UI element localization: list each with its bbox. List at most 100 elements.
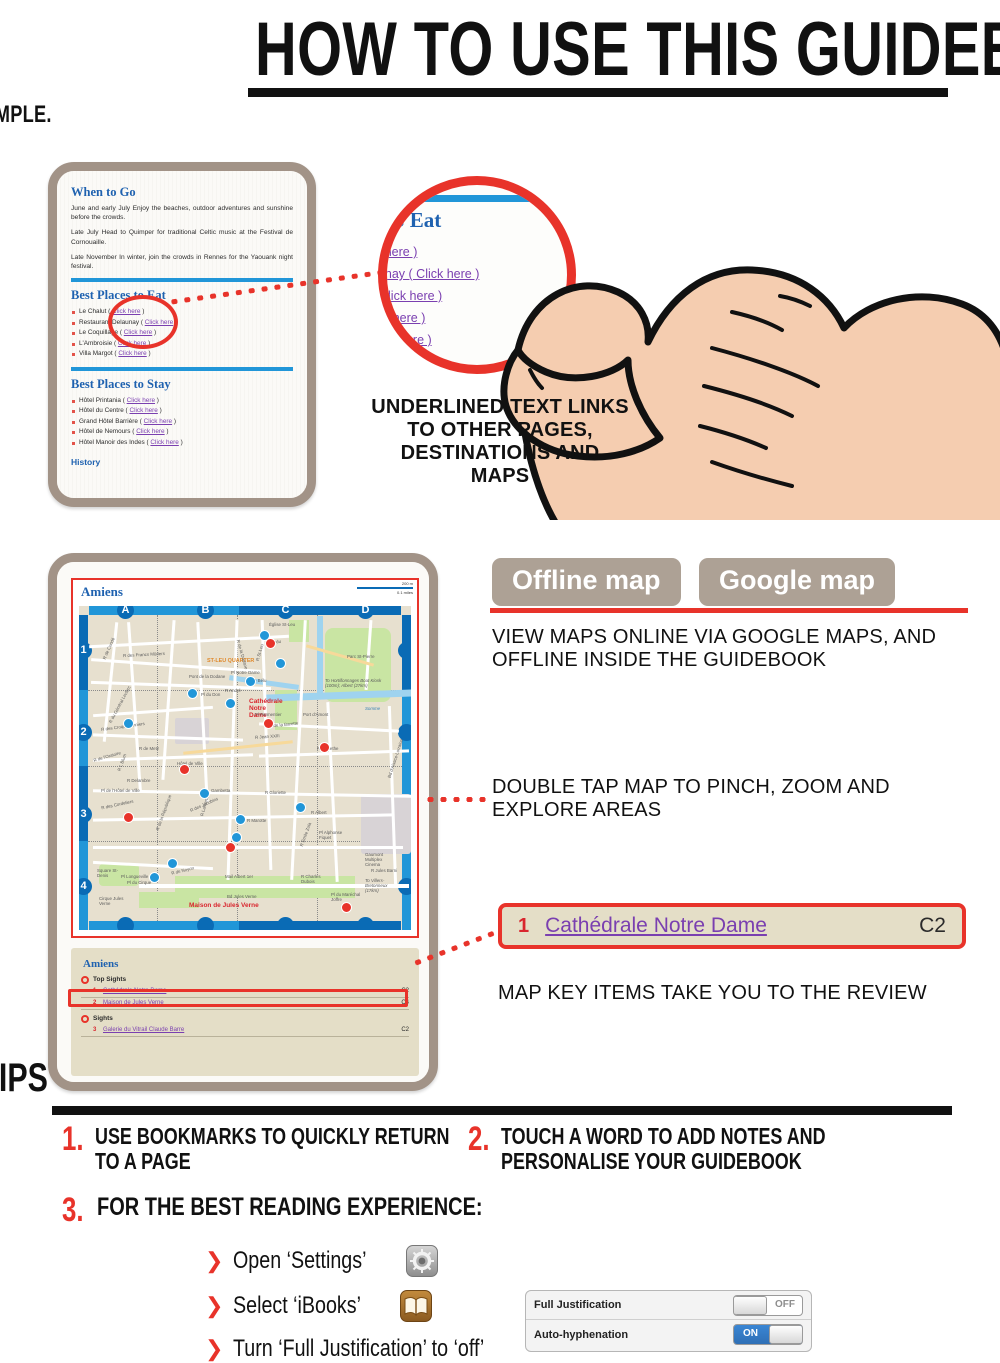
map-canvas[interactable]: A B C D 1 2 3 4 R des Francs Mûriers R d…: [79, 606, 411, 930]
click-here-link[interactable]: Click here: [129, 407, 157, 414]
map-key-row-highlight: [68, 989, 408, 1007]
map-label: Pl Notre Dame: [231, 670, 260, 675]
auto-hyphenation-toggle[interactable]: ON: [733, 1324, 803, 1345]
list-item[interactable]: Villa Margot ( Click here ): [71, 349, 293, 360]
map-key-link[interactable]: Galerie du Vitrail Claude Barre: [103, 1025, 184, 1036]
guidebook-text-page-device[interactable]: When to Go June and early July Enjoy the…: [48, 162, 316, 507]
guidebook-map-page-device[interactable]: Amiens 200 m 0.1 miles A B C D 1 2 3 4 R…: [48, 553, 438, 1091]
map-mode-button-row[interactable]: Offline map Google map: [492, 558, 895, 606]
map-label: Gambetta: [211, 788, 231, 793]
map-label: Port d'Amont: [303, 712, 329, 717]
map-frame[interactable]: Amiens 200 m 0.1 miles A B C D 1 2 3 4 R…: [71, 578, 419, 938]
magnified-link[interactable]: k here ): [387, 245, 417, 259]
section-divider: [71, 278, 293, 283]
click-here-link[interactable]: Click here: [144, 418, 172, 425]
tips-divider: [52, 1106, 952, 1115]
full-justification-toggle[interactable]: OFF: [733, 1294, 803, 1316]
place-name: Le Chalut: [79, 308, 107, 316]
map-poi-marker[interactable]: [187, 688, 198, 699]
map-label: Église St-Leu: [269, 622, 296, 627]
tips-heading: TIPS: [0, 1056, 48, 1100]
place-name: Hôtel Printania: [79, 396, 121, 404]
list-item[interactable]: Restaurant Delaunay ( Click here ): [71, 318, 293, 329]
map-poi-marker[interactable]: [167, 858, 178, 869]
list-item[interactable]: Grand Hôtel Barrière ( Click here ): [71, 417, 293, 428]
map-poi-marker[interactable]: [149, 872, 160, 883]
map-label: To Villers-Bretonneux (17km): [365, 878, 388, 893]
text-page-screen[interactable]: When to Go June and early July Enjoy the…: [57, 171, 307, 498]
map-poi-marker[interactable]: [231, 832, 242, 843]
map-label-river: Somme: [365, 706, 381, 711]
map-key-city: Amiens: [83, 958, 119, 970]
sub-item[interactable]: ❯ Select ‘iBooks’: [205, 1290, 540, 1322]
map-poi-marker[interactable]: [295, 802, 306, 813]
callout-link[interactable]: Cathédrale Notre Dame: [545, 914, 767, 938]
map-poi-marker[interactable]: [123, 718, 134, 729]
list-item[interactable]: Hôtel de Nemours ( Click here ): [71, 427, 293, 438]
map-label: Parc St-Pierre: [347, 654, 375, 659]
history-heading[interactable]: History: [71, 457, 293, 467]
map-grid-col-a-bottom: [117, 917, 134, 930]
ibooks-app-icon[interactable]: [399, 1290, 432, 1322]
map-poi-marker[interactable]: [341, 902, 352, 913]
settings-row-full-justification[interactable]: Full Justification OFF: [526, 1291, 811, 1320]
map-poi-marker[interactable]: [319, 742, 330, 753]
google-map-button[interactable]: Google map: [698, 558, 895, 606]
toggle-knob: [769, 1325, 802, 1344]
map-poi-marker[interactable]: [199, 788, 210, 799]
magnified-link[interactable]: here ): [399, 333, 432, 347]
tip-number: 2.: [468, 1120, 490, 1158]
list-item[interactable]: L'Ambroisie ( Click here ): [71, 339, 293, 350]
page-subtitle: IT'S REALLY VERY SIMPLE.: [0, 101, 52, 128]
chevron-right-icon: ❯: [205, 1293, 224, 1318]
map-poi-marker[interactable]: [123, 812, 134, 823]
list-item[interactable]: Hôtel Manoir des Indes ( Click here ): [71, 438, 293, 449]
map-label: Gaumont Multiplex Cinema: [365, 852, 384, 867]
map-poi-marker[interactable]: [263, 718, 274, 729]
ios-settings-panel[interactable]: Full Justification OFF Auto-hyphenation …: [525, 1290, 812, 1352]
map-label: Bd Jules Verne: [227, 894, 257, 899]
settings-row-auto-hyphenation[interactable]: Auto-hyphenation ON: [526, 1320, 811, 1349]
place-name: Hôtel du Centre: [79, 407, 124, 415]
map-key-number: 3: [93, 1027, 97, 1033]
magnified-link[interactable]: aunay ( Click here ): [387, 267, 479, 281]
section-divider: [71, 366, 293, 371]
map-label: Pl Longueville: [121, 874, 149, 879]
map-poi-marker[interactable]: [235, 814, 246, 825]
click-here-link[interactable]: Click here: [136, 428, 164, 435]
map-poi-marker[interactable]: [225, 842, 236, 853]
offline-map-button[interactable]: Offline map: [492, 558, 681, 606]
settings-app-icon[interactable]: [406, 1245, 439, 1277]
magnified-link[interactable]: Click here ): [387, 289, 442, 303]
click-here-link[interactable]: Click here: [118, 350, 146, 357]
callout-grid-ref: C2: [919, 914, 946, 937]
map-key-row[interactable]: 3 Galerie du Vitrail Claude Barre C2: [81, 1025, 409, 1037]
magnified-link[interactable]: k here ): [387, 311, 425, 325]
map-poi-marker[interactable]: [179, 764, 190, 775]
sub-item[interactable]: ❯ Open ‘Settings’: [205, 1245, 540, 1277]
map-label: R Marotte: [247, 818, 267, 823]
map-label: Pl de l'Hôtel de Ville: [101, 788, 140, 793]
map-key-callout[interactable]: 1 Cathédrale Notre Dame C2: [498, 903, 966, 949]
tip-text: USE BOOKMARKS TO QUICKLY RETURN TO A PAG…: [95, 1123, 450, 1174]
map-poi-marker[interactable]: [265, 638, 276, 649]
map-label: Pl Parmentier: [255, 712, 282, 717]
when-to-go-paragraph: Late November In winter, join the crowds…: [71, 253, 293, 271]
click-here-link[interactable]: Click here: [150, 439, 178, 446]
title-divider: [248, 88, 948, 97]
list-item[interactable]: Le Coquillage ( Click here ): [71, 328, 293, 339]
map-grid-row-1-right: [398, 642, 411, 659]
caption-double-tap: DOUBLE TAP MAP TO PINCH, ZOOM AND EXPLOR…: [492, 776, 890, 821]
map-key-panel[interactable]: Amiens Top Sights 1 Cathédrale Notre Dam…: [71, 948, 419, 1076]
text-page-content: When to Go June and early July Enjoy the…: [57, 171, 307, 498]
map-poi-marker[interactable]: [245, 676, 256, 687]
map-label: R Delambre: [127, 778, 151, 783]
map-label: R de Metz: [139, 746, 160, 751]
map-poi-marker[interactable]: [225, 698, 236, 709]
list-item[interactable]: Hôtel Printania ( Click here ): [71, 396, 293, 407]
click-here-link[interactable]: Click here: [127, 397, 155, 404]
list-item[interactable]: Hôtel du Centre ( Click here ): [71, 406, 293, 417]
map-poi-marker[interactable]: [275, 658, 286, 669]
when-to-go-paragraph: Late July Head to Quimper for traditiona…: [71, 229, 293, 246]
list-item[interactable]: Le Chalut ( Click here ): [71, 307, 293, 318]
